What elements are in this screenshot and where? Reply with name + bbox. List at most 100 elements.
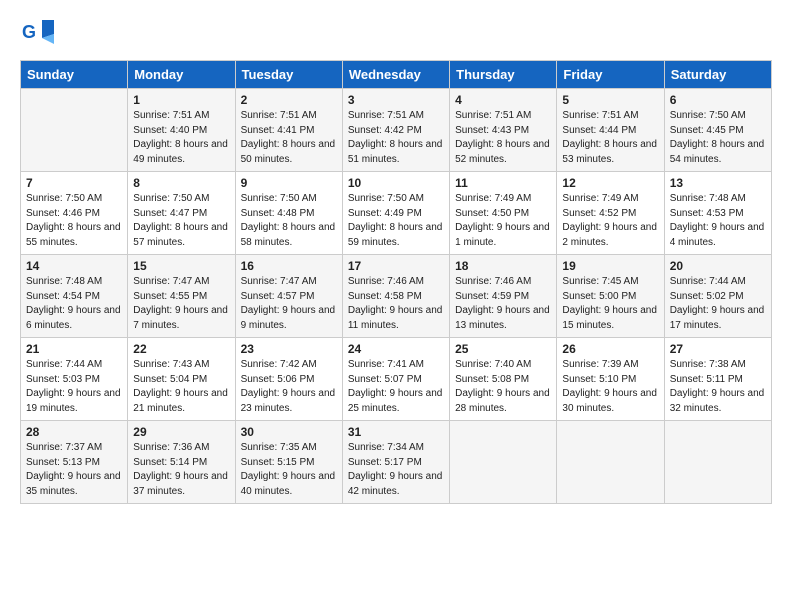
daylight: Daylight: 8 hours and 57 minutes. <box>133 222 228 248</box>
day-cell: 19 Sunrise: 7:45 AM Sunset: 5:00 PM Dayl… <box>557 255 664 338</box>
sunrise: Sunrise: 7:49 AM <box>562 193 638 204</box>
sunset: Sunset: 4:53 PM <box>670 208 744 219</box>
sunrise: Sunrise: 7:51 AM <box>348 110 424 121</box>
col-header-friday: Friday <box>557 61 664 89</box>
day-detail: Sunrise: 7:51 AM Sunset: 4:42 PM Dayligh… <box>348 109 444 167</box>
day-number: 24 <box>348 342 444 356</box>
sunrise: Sunrise: 7:34 AM <box>348 442 424 453</box>
sunset: Sunset: 5:10 PM <box>562 374 636 385</box>
day-detail: Sunrise: 7:41 AM Sunset: 5:07 PM Dayligh… <box>348 358 444 416</box>
sunrise: Sunrise: 7:50 AM <box>348 193 424 204</box>
day-detail: Sunrise: 7:34 AM Sunset: 5:17 PM Dayligh… <box>348 441 444 499</box>
col-header-wednesday: Wednesday <box>342 61 449 89</box>
day-number: 16 <box>241 259 337 273</box>
daylight: Daylight: 8 hours and 52 minutes. <box>455 139 550 165</box>
daylight: Daylight: 9 hours and 17 minutes. <box>670 305 765 331</box>
week-row-4: 21 Sunrise: 7:44 AM Sunset: 5:03 PM Dayl… <box>21 338 772 421</box>
day-cell: 30 Sunrise: 7:35 AM Sunset: 5:15 PM Dayl… <box>235 421 342 504</box>
day-detail: Sunrise: 7:49 AM Sunset: 4:52 PM Dayligh… <box>562 192 658 250</box>
day-detail: Sunrise: 7:36 AM Sunset: 5:14 PM Dayligh… <box>133 441 229 499</box>
day-cell: 31 Sunrise: 7:34 AM Sunset: 5:17 PM Dayl… <box>342 421 449 504</box>
sunset: Sunset: 4:45 PM <box>670 125 744 136</box>
day-number: 15 <box>133 259 229 273</box>
day-number: 7 <box>26 176 122 190</box>
day-number: 1 <box>133 93 229 107</box>
day-cell: 25 Sunrise: 7:40 AM Sunset: 5:08 PM Dayl… <box>450 338 557 421</box>
day-detail: Sunrise: 7:42 AM Sunset: 5:06 PM Dayligh… <box>241 358 337 416</box>
day-cell: 24 Sunrise: 7:41 AM Sunset: 5:07 PM Dayl… <box>342 338 449 421</box>
day-cell: 28 Sunrise: 7:37 AM Sunset: 5:13 PM Dayl… <box>21 421 128 504</box>
day-number: 12 <box>562 176 658 190</box>
daylight: Daylight: 9 hours and 19 minutes. <box>26 388 121 414</box>
sunrise: Sunrise: 7:44 AM <box>670 276 746 287</box>
daylight: Daylight: 9 hours and 32 minutes. <box>670 388 765 414</box>
daylight: Daylight: 8 hours and 51 minutes. <box>348 139 443 165</box>
day-number: 23 <box>241 342 337 356</box>
day-cell: 22 Sunrise: 7:43 AM Sunset: 5:04 PM Dayl… <box>128 338 235 421</box>
day-detail: Sunrise: 7:51 AM Sunset: 4:41 PM Dayligh… <box>241 109 337 167</box>
day-cell <box>664 421 771 504</box>
daylight: Daylight: 8 hours and 55 minutes. <box>26 222 121 248</box>
day-detail: Sunrise: 7:37 AM Sunset: 5:13 PM Dayligh… <box>26 441 122 499</box>
sunrise: Sunrise: 7:43 AM <box>133 359 209 370</box>
day-cell: 18 Sunrise: 7:46 AM Sunset: 4:59 PM Dayl… <box>450 255 557 338</box>
sunrise: Sunrise: 7:50 AM <box>133 193 209 204</box>
daylight: Daylight: 9 hours and 7 minutes. <box>133 305 228 331</box>
daylight: Daylight: 9 hours and 15 minutes. <box>562 305 657 331</box>
day-cell: 17 Sunrise: 7:46 AM Sunset: 4:58 PM Dayl… <box>342 255 449 338</box>
day-detail: Sunrise: 7:40 AM Sunset: 5:08 PM Dayligh… <box>455 358 551 416</box>
day-cell <box>450 421 557 504</box>
sunset: Sunset: 4:48 PM <box>241 208 315 219</box>
day-number: 22 <box>133 342 229 356</box>
sunset: Sunset: 4:59 PM <box>455 291 529 302</box>
day-detail: Sunrise: 7:44 AM Sunset: 5:03 PM Dayligh… <box>26 358 122 416</box>
day-cell: 5 Sunrise: 7:51 AM Sunset: 4:44 PM Dayli… <box>557 89 664 172</box>
daylight: Daylight: 9 hours and 4 minutes. <box>670 222 765 248</box>
day-number: 20 <box>670 259 766 273</box>
daylight: Daylight: 9 hours and 35 minutes. <box>26 471 121 497</box>
sunrise: Sunrise: 7:51 AM <box>455 110 531 121</box>
sunset: Sunset: 5:06 PM <box>241 374 315 385</box>
daylight: Daylight: 9 hours and 25 minutes. <box>348 388 443 414</box>
day-detail: Sunrise: 7:50 AM Sunset: 4:49 PM Dayligh… <box>348 192 444 250</box>
sunrise: Sunrise: 7:48 AM <box>26 276 102 287</box>
week-row-3: 14 Sunrise: 7:48 AM Sunset: 4:54 PM Dayl… <box>21 255 772 338</box>
sunset: Sunset: 4:46 PM <box>26 208 100 219</box>
sunset: Sunset: 4:44 PM <box>562 125 636 136</box>
day-cell: 8 Sunrise: 7:50 AM Sunset: 4:47 PM Dayli… <box>128 172 235 255</box>
sunrise: Sunrise: 7:47 AM <box>133 276 209 287</box>
daylight: Daylight: 9 hours and 42 minutes. <box>348 471 443 497</box>
sunrise: Sunrise: 7:51 AM <box>241 110 317 121</box>
daylight: Daylight: 9 hours and 2 minutes. <box>562 222 657 248</box>
day-cell: 10 Sunrise: 7:50 AM Sunset: 4:49 PM Dayl… <box>342 172 449 255</box>
sunrise: Sunrise: 7:42 AM <box>241 359 317 370</box>
day-cell: 27 Sunrise: 7:38 AM Sunset: 5:11 PM Dayl… <box>664 338 771 421</box>
daylight: Daylight: 9 hours and 28 minutes. <box>455 388 550 414</box>
day-number: 19 <box>562 259 658 273</box>
sunrise: Sunrise: 7:51 AM <box>562 110 638 121</box>
day-detail: Sunrise: 7:47 AM Sunset: 4:55 PM Dayligh… <box>133 275 229 333</box>
daylight: Daylight: 9 hours and 21 minutes. <box>133 388 228 414</box>
day-detail: Sunrise: 7:48 AM Sunset: 4:53 PM Dayligh… <box>670 192 766 250</box>
sunset: Sunset: 5:17 PM <box>348 457 422 468</box>
sunset: Sunset: 4:55 PM <box>133 291 207 302</box>
day-detail: Sunrise: 7:44 AM Sunset: 5:02 PM Dayligh… <box>670 275 766 333</box>
sunrise: Sunrise: 7:46 AM <box>455 276 531 287</box>
sunset: Sunset: 4:41 PM <box>241 125 315 136</box>
day-number: 27 <box>670 342 766 356</box>
day-cell <box>21 89 128 172</box>
sunset: Sunset: 5:11 PM <box>670 374 743 385</box>
col-header-tuesday: Tuesday <box>235 61 342 89</box>
day-cell: 9 Sunrise: 7:50 AM Sunset: 4:48 PM Dayli… <box>235 172 342 255</box>
day-detail: Sunrise: 7:47 AM Sunset: 4:57 PM Dayligh… <box>241 275 337 333</box>
page: G SundayMondayTuesdayWednesdayThursdayFr… <box>0 0 792 514</box>
day-detail: Sunrise: 7:39 AM Sunset: 5:10 PM Dayligh… <box>562 358 658 416</box>
sunset: Sunset: 4:52 PM <box>562 208 636 219</box>
sunset: Sunset: 5:08 PM <box>455 374 529 385</box>
day-detail: Sunrise: 7:48 AM Sunset: 4:54 PM Dayligh… <box>26 275 122 333</box>
day-number: 21 <box>26 342 122 356</box>
col-header-saturday: Saturday <box>664 61 771 89</box>
header: G <box>20 16 772 50</box>
daylight: Daylight: 9 hours and 11 minutes. <box>348 305 443 331</box>
day-detail: Sunrise: 7:38 AM Sunset: 5:11 PM Dayligh… <box>670 358 766 416</box>
